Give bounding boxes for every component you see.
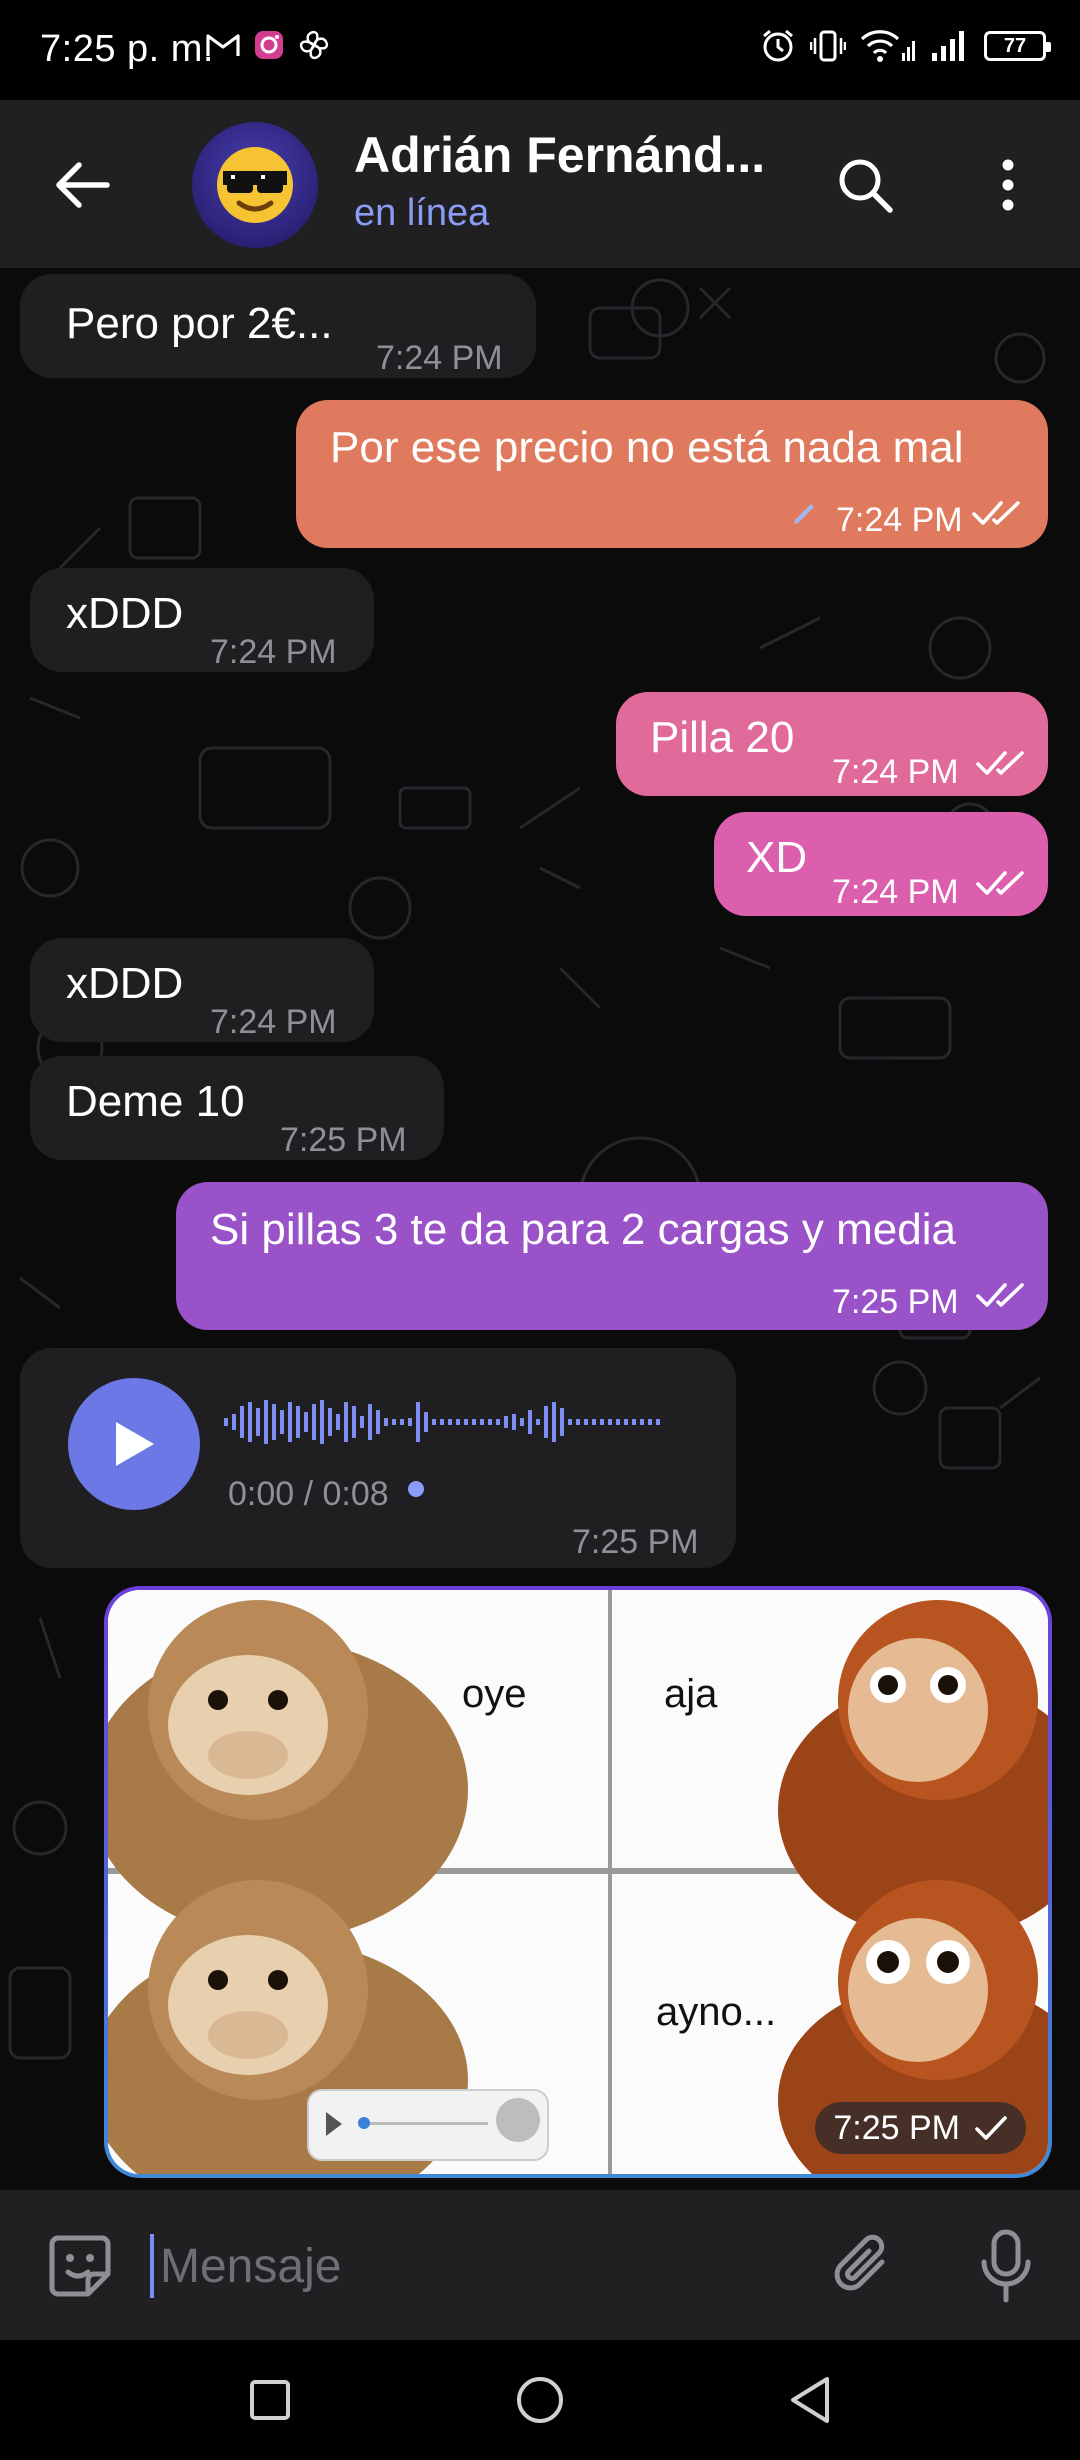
composer [0,2190,1080,2340]
message-incoming[interactable]: xDDD 7:24 PM [30,568,374,672]
arrow-left-icon [56,162,110,208]
signal-icon [932,31,964,61]
message-incoming[interactable]: Pero por 2€... 7:24 PM [20,274,536,378]
audio-waveform[interactable] [224,1392,714,1452]
message-time: 7:24 PM [376,339,503,377]
system-navigation-bar [0,2340,1080,2460]
message-text: Pero por 2€... [66,299,333,348]
voice-record-button[interactable] [966,2226,1046,2306]
wifi-icon [860,30,915,62]
voice-duration: 0:00 / 0:08 [228,1475,389,1513]
play-icon [116,1422,154,1466]
sticker-smile-icon [49,2235,111,2297]
image-timestamp: 7:25 PM [815,2102,1026,2154]
message-text: XD [746,833,808,882]
read-double-check-icon [976,1283,1024,1307]
status-time: 7:25 p. m. [40,28,214,70]
search-icon [839,159,893,213]
message-input[interactable] [150,2230,790,2302]
voice-message[interactable]: 0:00 / 0:08 7:25 PM [20,1348,736,1568]
contact-name[interactable]: Adrián Fernánd... [354,126,784,184]
message-incoming[interactable]: Deme 10 7:25 PM [30,1056,444,1160]
message-time: 7:25 PM [832,1283,959,1321]
message-outgoing[interactable]: Pilla 20 7:24 PM [616,692,1048,796]
cool-face-avatar-icon [217,147,293,223]
message-text: xDDD [66,959,184,1008]
triangle-back-icon [791,2377,829,2423]
read-double-check-icon [976,871,1024,895]
more-vertical-icon [1002,159,1014,211]
message-time: 7:24 PM [210,633,337,671]
status-bar: 7:25 p. m. 77 [0,0,1080,100]
emoji-button[interactable] [40,2226,120,2306]
alarm-icon [763,29,793,62]
instagram-icon [255,31,283,59]
sent-check-icon [975,2116,1007,2140]
chat-header: Adrián Fernánd... en línea [0,100,1080,268]
paperclip-icon [834,2234,885,2291]
play-button[interactable] [68,1378,200,1510]
message-text: Por ese precio no está nada mal [330,423,964,472]
square-icon [250,2380,290,2420]
message-text: xDDD [66,589,184,638]
monkey-meme-image [108,1590,1048,2174]
back-nav-button[interactable] [780,2370,840,2430]
search-button[interactable] [830,150,900,220]
attach-button[interactable] [822,2226,902,2306]
notification-icons [205,28,331,62]
system-icons: 77 [760,28,1051,64]
message-time: 7:25 PM [572,1523,699,1561]
message-text: Pilla 20 [650,713,795,762]
message-outgoing[interactable]: XD 7:24 PM [714,812,1048,916]
battery-icon: 77 [984,31,1051,61]
message-time: 7:25 PM [833,2108,960,2147]
back-button[interactable] [48,150,118,220]
more-options-button[interactable] [980,150,1036,220]
message-time: 7:25 PM [280,1121,407,1159]
microphone-icon [981,2229,1031,2303]
recents-button[interactable] [240,2370,300,2430]
meme-panel-text: ayno... [656,1990,777,2034]
message-time: 7:24 PM [832,873,959,911]
home-button[interactable] [510,2370,570,2430]
message-list[interactable]: Pero por 2€... 7:24 PM Por ese precio no… [0,268,1080,2190]
edited-pencil-icon [794,504,814,524]
battery-level: 77 [1003,34,1027,57]
meme-panel-text: oye [462,1672,527,1716]
message-text: Deme 10 [66,1077,245,1126]
image-message[interactable]: oye aja ayno... 7:25 PM [108,1590,1048,2174]
contact-status: en línea [354,192,490,234]
avatar[interactable] [192,122,318,248]
message-outgoing[interactable]: Por ese precio no está nada mal 7:24 PM [296,400,1048,548]
meme-panel-text: aja [664,1672,718,1716]
message-incoming[interactable]: xDDD 7:24 PM [30,938,374,1042]
pinwheel-icon [299,30,329,60]
message-time: 7:24 PM [210,1003,337,1041]
read-double-check-icon [976,751,1024,775]
circle-icon [517,2377,563,2423]
message-text: Si pillas 3 te da para 2 cargas y media [210,1205,956,1254]
read-double-check-icon [972,501,1020,525]
message-outgoing[interactable]: Si pillas 3 te da para 2 cargas y media … [176,1182,1048,1330]
message-time: 7:24 PM [836,501,963,539]
vibrate-icon [810,30,846,62]
unplayed-indicator [408,1481,424,1497]
message-time: 7:24 PM [832,753,959,791]
gmail-icon [206,34,240,56]
